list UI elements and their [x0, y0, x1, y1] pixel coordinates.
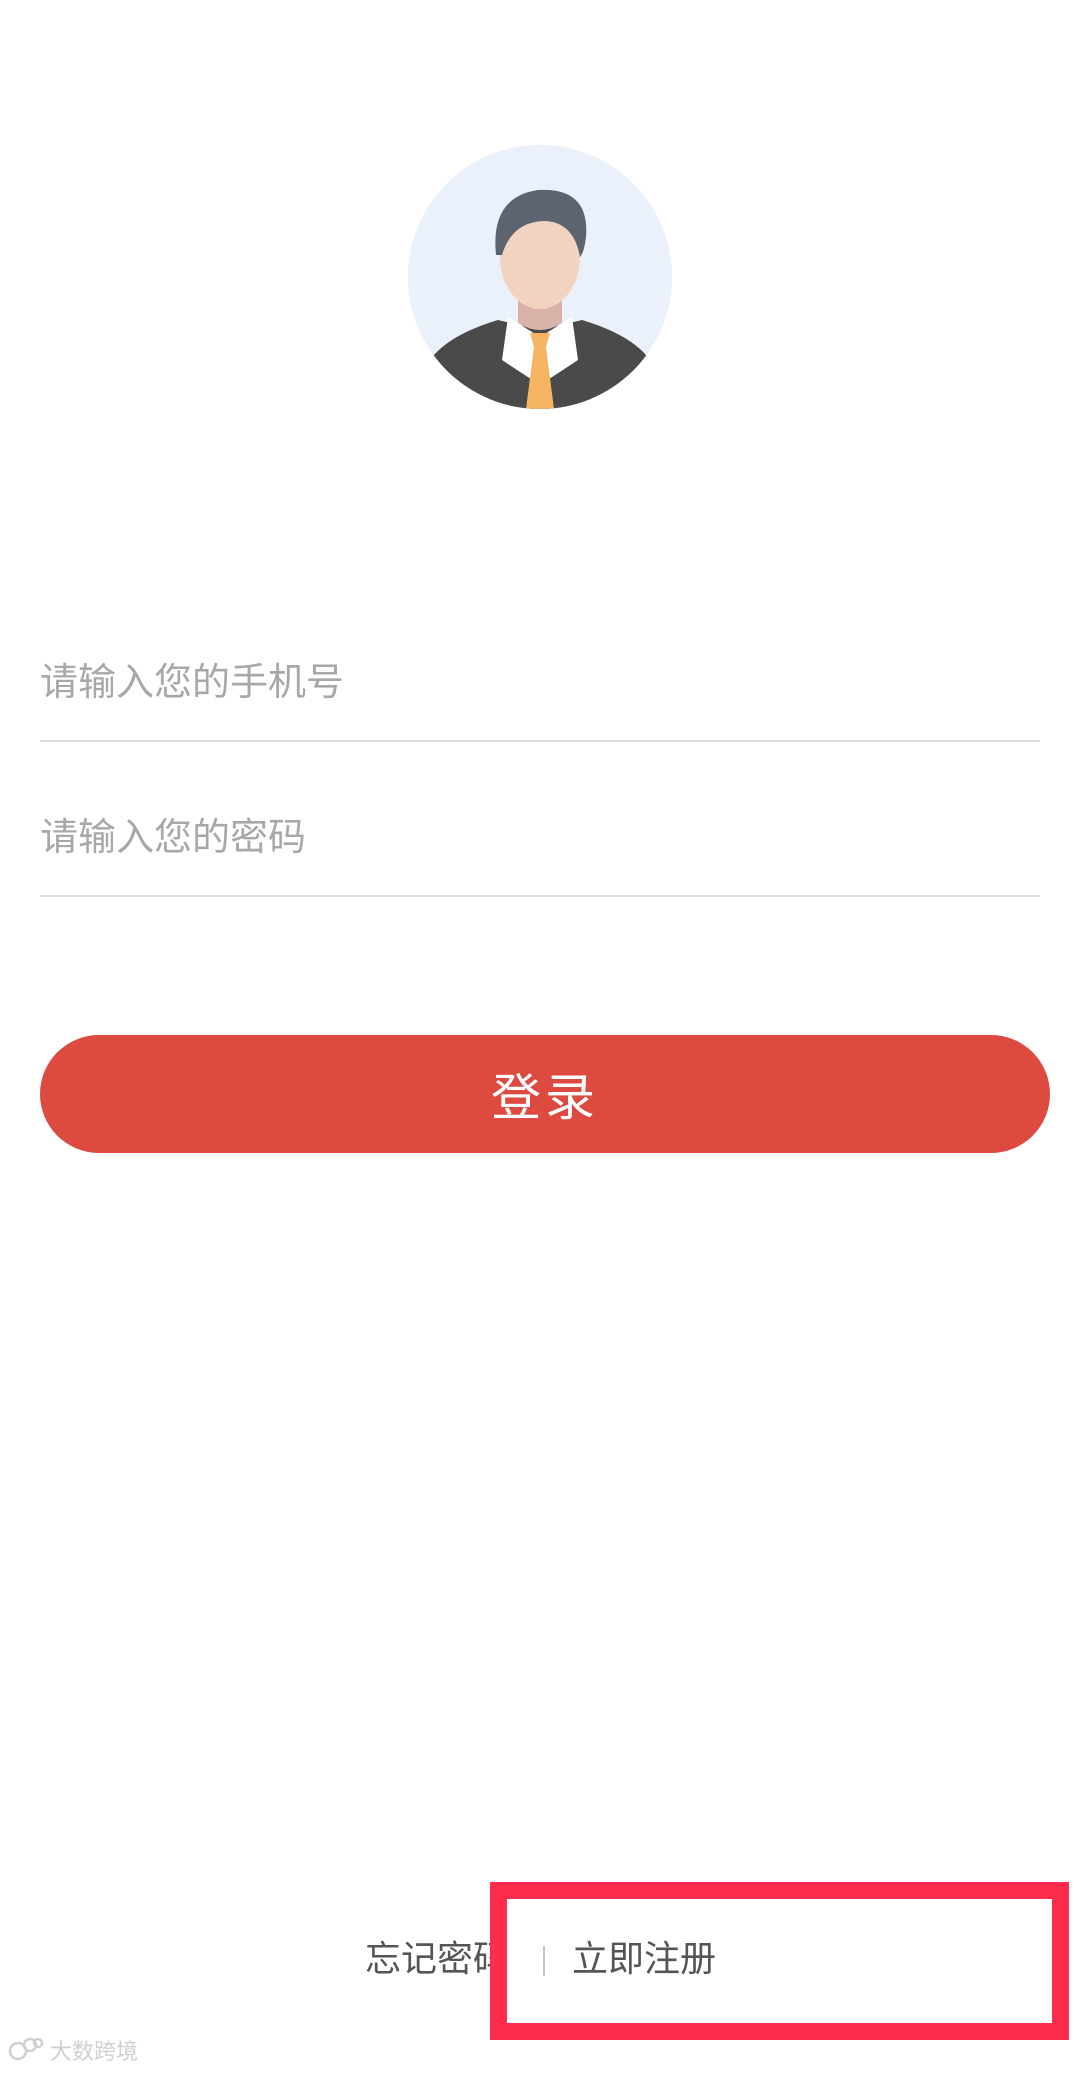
- person-icon: [408, 145, 672, 409]
- phone-field[interactable]: [40, 590, 1040, 742]
- register-link[interactable]: 立即注册: [572, 1930, 716, 1990]
- watermark: 大数跨境: [8, 2030, 138, 2070]
- login-button[interactable]: 登录: [40, 1035, 1050, 1153]
- phone-input[interactable]: [40, 642, 1040, 722]
- login-button-label: 登录: [491, 1069, 599, 1127]
- footer-links: 忘记密码 立即注册: [0, 1930, 1080, 1990]
- password-field[interactable]: [40, 745, 1040, 897]
- password-input[interactable]: [40, 797, 1040, 877]
- forgot-password-link[interactable]: 忘记密码: [365, 1930, 509, 1990]
- watermark-text: 大数跨境: [50, 2040, 139, 2065]
- footer-divider: [543, 1946, 545, 1976]
- user-avatar: [408, 145, 672, 409]
- watermark-logo-icon: [8, 2037, 44, 2061]
